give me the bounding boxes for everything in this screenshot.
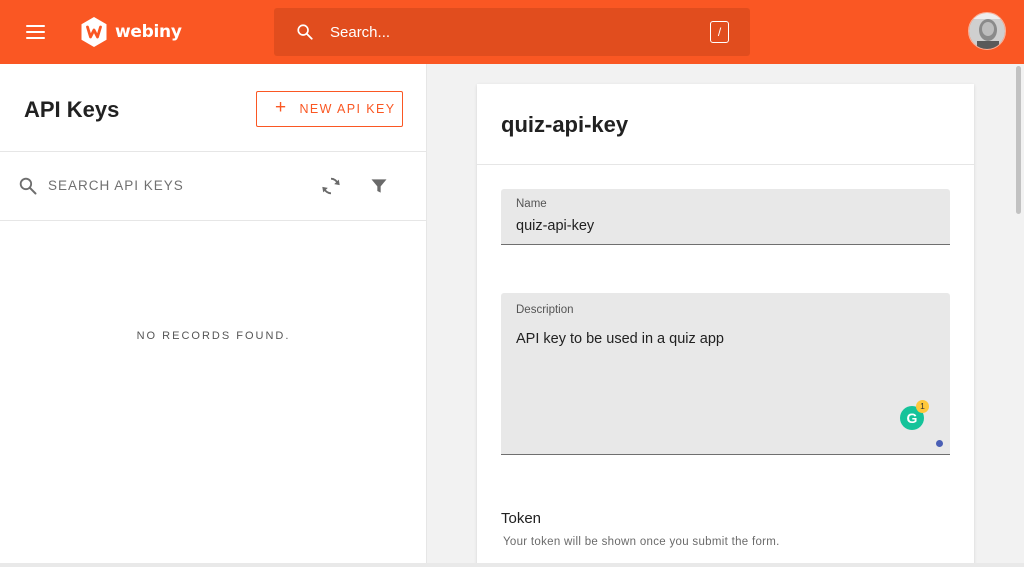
token-section-title: Token (501, 510, 542, 527)
api-keys-search (0, 152, 427, 220)
form-title: quiz-api-key (501, 112, 629, 137)
global-search-input[interactable] (330, 20, 690, 44)
search-icon (19, 177, 37, 195)
filter-icon[interactable] (369, 176, 389, 196)
api-key-form-area: quiz-api-key Name Description API key to… (427, 64, 1024, 567)
description-field-label: Description (516, 304, 574, 316)
webiny-logo[interactable]: webiny (80, 15, 182, 49)
logo-text: webiny (115, 22, 182, 42)
search-shortcut-hint: / (710, 21, 729, 43)
top-app-bar: webiny / (0, 0, 1024, 64)
description-textarea[interactable]: API key to be used in a quiz app (516, 331, 896, 431)
page-scrollbar[interactable] (1016, 66, 1021, 214)
name-field[interactable]: Name (501, 189, 950, 245)
resize-handle-dot (936, 440, 943, 447)
api-key-form: quiz-api-key Name Description API key to… (477, 84, 974, 567)
refresh-icon[interactable] (320, 174, 342, 198)
name-input[interactable] (516, 216, 936, 236)
api-keys-list-panel: API Keys + NEW API KEY NO RECORDS FOUND. (0, 64, 427, 563)
new-api-key-button[interactable]: + NEW API KEY (256, 91, 403, 127)
search-icon (297, 24, 313, 40)
grammarly-count-badge: 1 (916, 400, 929, 413)
user-avatar[interactable] (968, 12, 1006, 50)
bottom-edge (0, 563, 1024, 567)
webiny-logo-icon (81, 17, 107, 47)
plus-icon: + (275, 97, 288, 118)
name-field-label: Name (516, 198, 547, 210)
api-keys-search-input[interactable] (48, 174, 288, 196)
page-title: API Keys (24, 97, 120, 122)
menu-icon[interactable] (22, 20, 50, 44)
divider (0, 220, 427, 221)
user-avatar-image (969, 13, 1005, 49)
description-field[interactable]: Description API key to be used in a quiz… (501, 293, 950, 455)
new-api-key-label: NEW API KEY (299, 102, 396, 116)
divider (477, 164, 974, 165)
token-help-text: Your token will be shown once you submit… (503, 536, 780, 548)
global-search[interactable]: / (274, 8, 750, 56)
empty-list-message: NO RECORDS FOUND. (136, 330, 291, 342)
